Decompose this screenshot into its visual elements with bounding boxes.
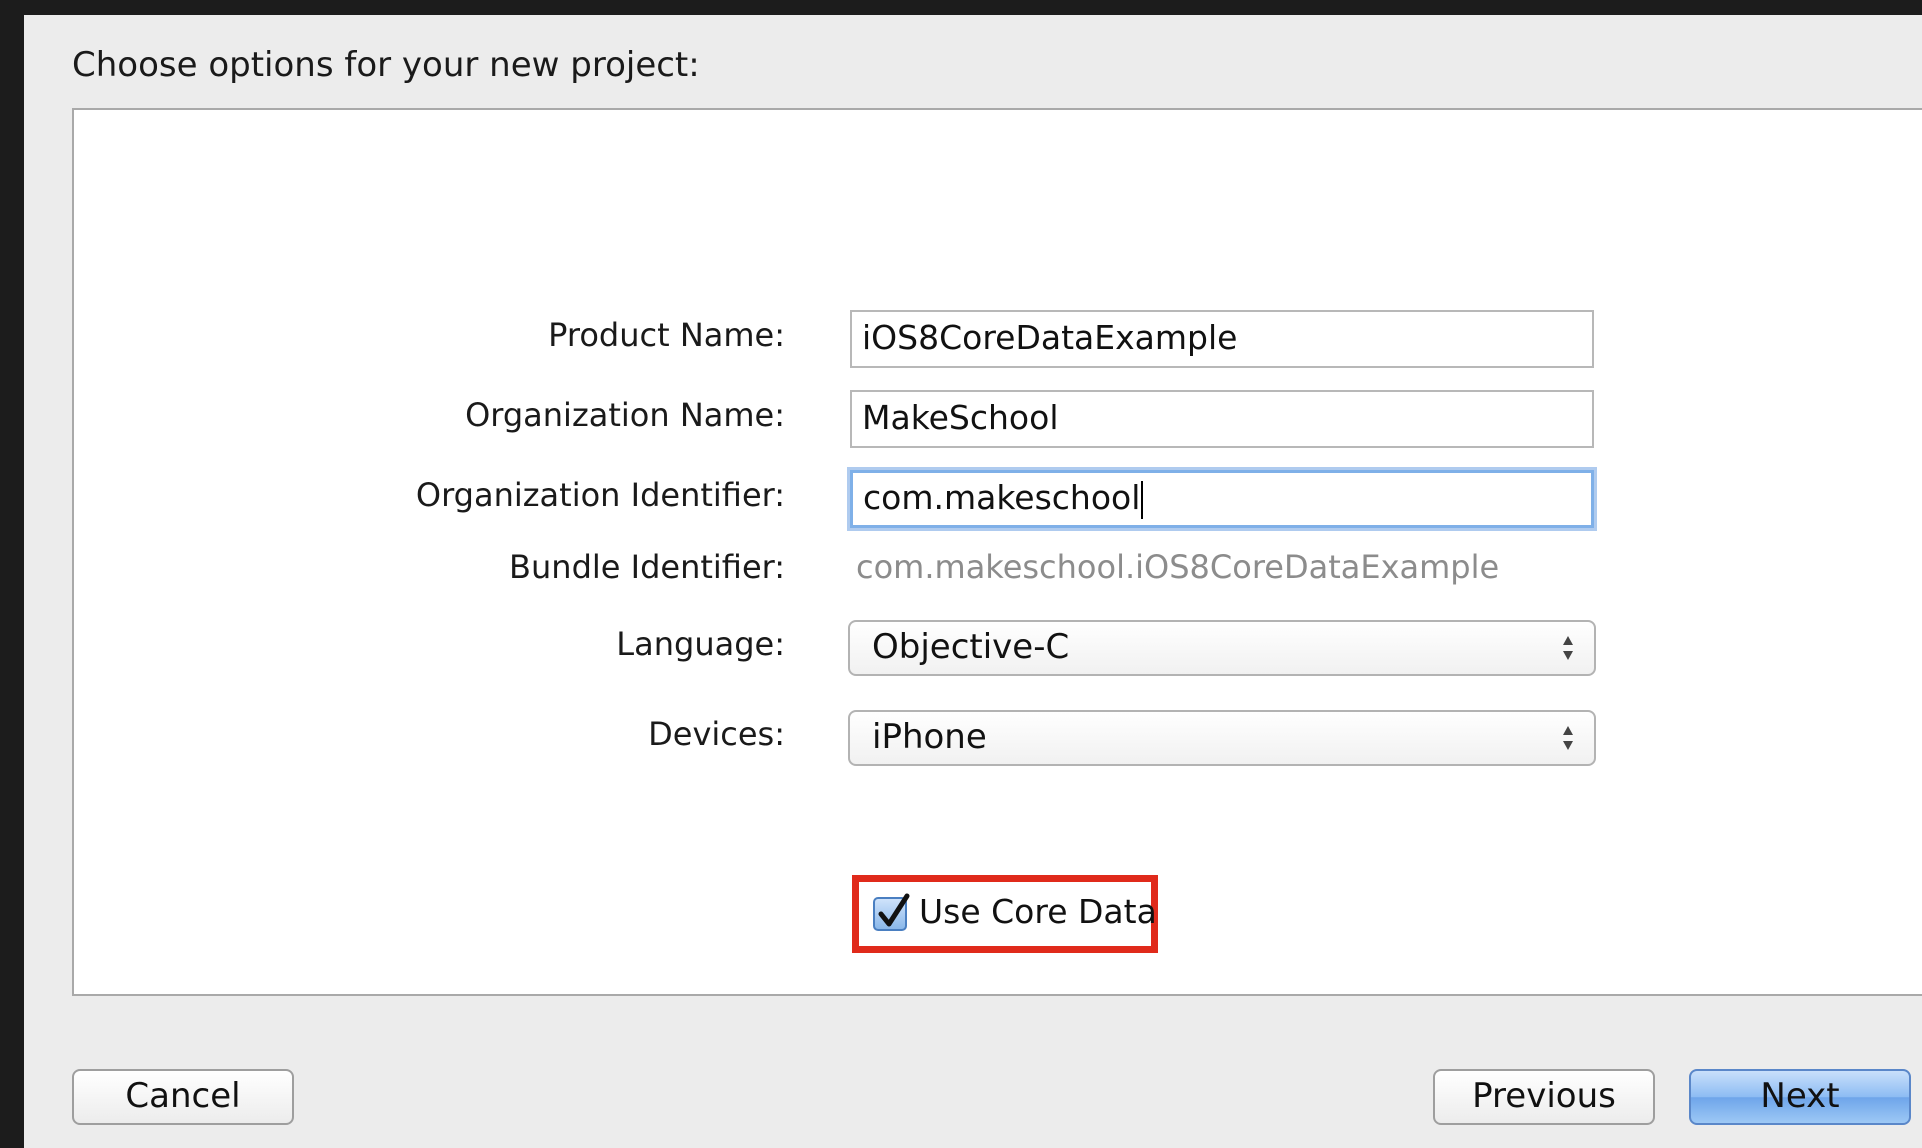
project-options-sheet: Choose options for your new project: Pro… [24,15,1922,1148]
language-popup[interactable]: Objective-C [848,620,1596,676]
dialog-heading: Choose options for your new project: [72,45,700,85]
product-name-field[interactable]: iOS8CoreDataExample [850,310,1594,368]
organization-name-label: Organization Name: [465,396,785,434]
bundle-identifier-value: com.makeschool.iOS8CoreDataExample [856,548,1500,586]
use-core-data-highlight: Use Core Data [852,875,1158,953]
product-name-label: Product Name: [548,316,785,354]
devices-label: Devices: [648,715,785,753]
use-core-data-label[interactable]: Use Core Data [919,892,1157,931]
language-selected-value: Objective-C [872,627,1070,667]
devices-selected-value: iPhone [872,717,987,757]
devices-popup[interactable]: iPhone [848,710,1596,766]
organization-identifier-value: com.makeschool [863,478,1141,517]
previous-button[interactable]: Previous [1433,1069,1655,1125]
organization-identifier-field[interactable]: com.makeschool [850,470,1594,528]
organization-name-field[interactable]: MakeSchool [850,390,1594,448]
up-down-arrows-icon [1563,636,1573,660]
text-caret [1141,480,1144,519]
options-panel: Product Name: iOS8CoreDataExample Organi… [72,108,1922,996]
use-core-data-checkbox[interactable] [873,893,910,931]
organization-identifier-label: Organization Identifier: [415,476,785,514]
language-label: Language: [616,625,785,663]
bundle-identifier-label: Bundle Identifier: [509,548,785,586]
checkmark-icon [878,893,910,927]
next-button[interactable]: Next [1689,1069,1911,1125]
up-down-arrows-icon [1563,726,1573,750]
cancel-button[interactable]: Cancel [72,1069,294,1125]
